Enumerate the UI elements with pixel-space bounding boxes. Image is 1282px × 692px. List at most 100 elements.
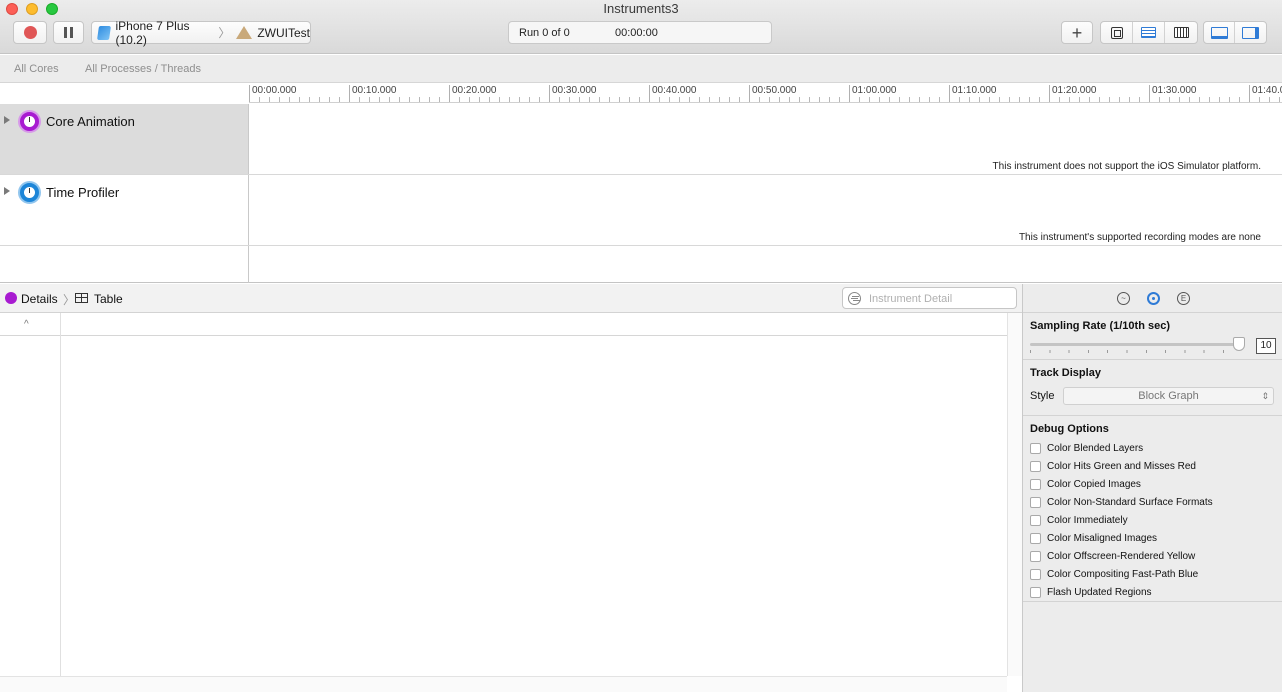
ruler-label: 01:20.000 <box>1049 85 1097 102</box>
debug-option-row[interactable]: Color Non-Standard Surface Formats <box>1030 495 1213 509</box>
track-header[interactable]: Core Animation <box>0 104 249 174</box>
debug-option-label: Color Offscreen-Rendered Yellow <box>1047 550 1196 562</box>
debug-option-label: Color Compositing Fast-Path Blue <box>1047 568 1199 580</box>
device-name: iPhone 7 Plus (10.2) <box>115 18 190 47</box>
record-settings-icon[interactable]: ~ <box>1117 292 1130 305</box>
app-icon <box>236 26 253 39</box>
disclosure-triangle-icon[interactable] <box>4 116 10 124</box>
grid-icon <box>1173 27 1189 38</box>
thread-strategy-button[interactable] <box>1165 22 1197 43</box>
checkbox[interactable] <box>1030 568 1041 580</box>
toggle-inspector-button[interactable] <box>1235 22 1266 43</box>
checkbox[interactable] <box>1030 586 1041 598</box>
details-breadcrumb[interactable]: Details <box>21 292 58 306</box>
detail-navigation-bar: Details 〉 Table <box>0 284 1022 313</box>
track-header[interactable]: Time Profiler <box>0 175 249 245</box>
run-status-display: Run 0 of 0 00:00:00 <box>508 21 772 44</box>
vertical-scrollbar[interactable] <box>1007 313 1022 676</box>
instrument-strategy-button[interactable] <box>1133 22 1165 43</box>
slider-knob[interactable] <box>1233 337 1245 351</box>
ruler-label: 00:20.000 <box>449 85 497 102</box>
checkbox[interactable] <box>1030 532 1041 544</box>
debug-option-row[interactable]: Color Hits Green and Misses Red <box>1030 459 1196 473</box>
list-icon <box>1141 27 1156 38</box>
style-label: Style <box>1030 390 1055 402</box>
track-time-profiler[interactable]: Time Profiler This instrument's supporte… <box>0 175 1282 246</box>
debug-options-title: Debug Options <box>1030 423 1109 435</box>
strategy-segmented-control <box>1100 21 1198 44</box>
slider-tick-marks <box>1030 350 1242 353</box>
minimize-window-button[interactable] <box>26 3 38 15</box>
style-select[interactable]: Block Graph ⇕ <box>1063 387 1274 405</box>
time-ruler[interactable]: 00:00.000 00:10.000 00:20.000 00:30.000 … <box>249 83 1282 103</box>
close-window-button[interactable] <box>6 3 18 15</box>
debug-option-label: Flash Updated Regions <box>1047 586 1152 598</box>
ruler-label: 01:00.000 <box>849 85 897 102</box>
sort-caret-icon[interactable]: ^ <box>24 319 29 330</box>
cpu-strategy-button[interactable] <box>1101 22 1133 43</box>
debug-option-label: Color Non-Standard Surface Formats <box>1047 496 1213 508</box>
checkbox[interactable] <box>1030 496 1041 508</box>
chevron-right-icon: 〉 <box>218 26 231 40</box>
bottom-panel-icon <box>1210 26 1228 39</box>
track-empty-area <box>0 246 1282 283</box>
debug-option-row[interactable]: Color Compositing Fast-Path Blue <box>1030 567 1198 581</box>
instrument-detail-input[interactable] <box>869 291 1009 307</box>
toggle-detail-pane-button[interactable] <box>1204 22 1236 43</box>
inspector-tabs: ~ E <box>1023 284 1282 313</box>
ruler-label: 01:10.000 <box>949 85 997 102</box>
debug-option-row[interactable]: Color Blended Layers <box>1030 441 1143 455</box>
all-processes-filter[interactable]: All Processes / Threads <box>85 63 201 75</box>
titlebar: Instruments3 iPhone 7 Plus (10.2) 〉 ZWUI… <box>0 0 1282 54</box>
checkbox[interactable] <box>1030 478 1041 490</box>
checkbox[interactable] <box>1030 550 1041 562</box>
view-toggle-segmented-control <box>1203 21 1267 44</box>
sampling-rate-value[interactable]: 10 <box>1256 338 1276 354</box>
extended-detail-icon[interactable]: E <box>1177 292 1190 305</box>
disclosure-triangle-icon[interactable] <box>4 187 10 195</box>
detail-table: ^ <box>0 313 1022 692</box>
ruler-label: 01:30.000 <box>1149 85 1197 102</box>
ruler-label: 00:50.000 <box>749 85 797 102</box>
run-time: 00:00:00 <box>615 27 658 39</box>
core-animation-icon <box>5 292 17 304</box>
record-button[interactable] <box>13 21 47 44</box>
column-divider[interactable] <box>60 313 61 676</box>
window-title: Instruments3 <box>603 1 679 16</box>
pause-button[interactable] <box>53 21 84 44</box>
track-core-animation[interactable]: Core Animation This instrument does not … <box>0 104 1282 175</box>
debug-option-row[interactable]: Color Copied Images <box>1030 477 1141 491</box>
style-select-value: Block Graph <box>1138 390 1199 402</box>
run-label: Run 0 of 0 <box>519 27 570 39</box>
filter-bar: All Cores All Processes / Threads <box>0 55 1282 83</box>
debug-option-row[interactable]: Flash Updated Regions <box>1030 585 1152 599</box>
updown-chevron-icon: ⇕ <box>1261 391 1269 401</box>
target-selector[interactable]: iPhone 7 Plus (10.2) 〉 ZWUITest <box>91 18 311 47</box>
inspector-pane: ~ E Sampling Rate (1/10th sec) 10 Track … <box>1022 284 1282 692</box>
ruler-label: 00:30.000 <box>549 85 597 102</box>
table-header[interactable]: ^ <box>0 313 1007 336</box>
checkbox[interactable] <box>1030 460 1041 472</box>
zoom-window-button[interactable] <box>46 3 58 15</box>
checkbox[interactable] <box>1030 442 1041 454</box>
cpu-icon <box>1110 26 1123 39</box>
horizontal-scrollbar[interactable] <box>0 676 1007 692</box>
track-display-title: Track Display <box>1030 367 1101 379</box>
all-cores-filter[interactable]: All Cores <box>14 63 59 75</box>
core-animation-icon <box>18 110 41 133</box>
checkbox[interactable] <box>1030 514 1041 526</box>
debug-option-row[interactable]: Color Immediately <box>1030 513 1128 527</box>
debug-option-label: Color Misaligned Images <box>1047 532 1158 544</box>
debug-option-row[interactable]: Color Misaligned Images <box>1030 531 1157 545</box>
debug-option-label: Color Immediately <box>1047 514 1128 526</box>
sampling-rate-title: Sampling Rate (1/10th sec) <box>1030 320 1170 332</box>
instrument-detail-search[interactable] <box>842 287 1017 309</box>
table-breadcrumb[interactable]: Table <box>94 292 123 306</box>
chevron-right-icon: 〉 <box>63 293 76 307</box>
track-message: This instrument does not support the iOS… <box>992 161 1261 172</box>
simulator-device-icon <box>97 25 112 40</box>
add-instrument-button[interactable]: + <box>1061 21 1093 44</box>
debug-option-row[interactable]: Color Offscreen-Rendered Yellow <box>1030 549 1195 563</box>
sampling-rate-slider[interactable] <box>1030 343 1242 346</box>
display-settings-icon[interactable] <box>1147 292 1160 305</box>
